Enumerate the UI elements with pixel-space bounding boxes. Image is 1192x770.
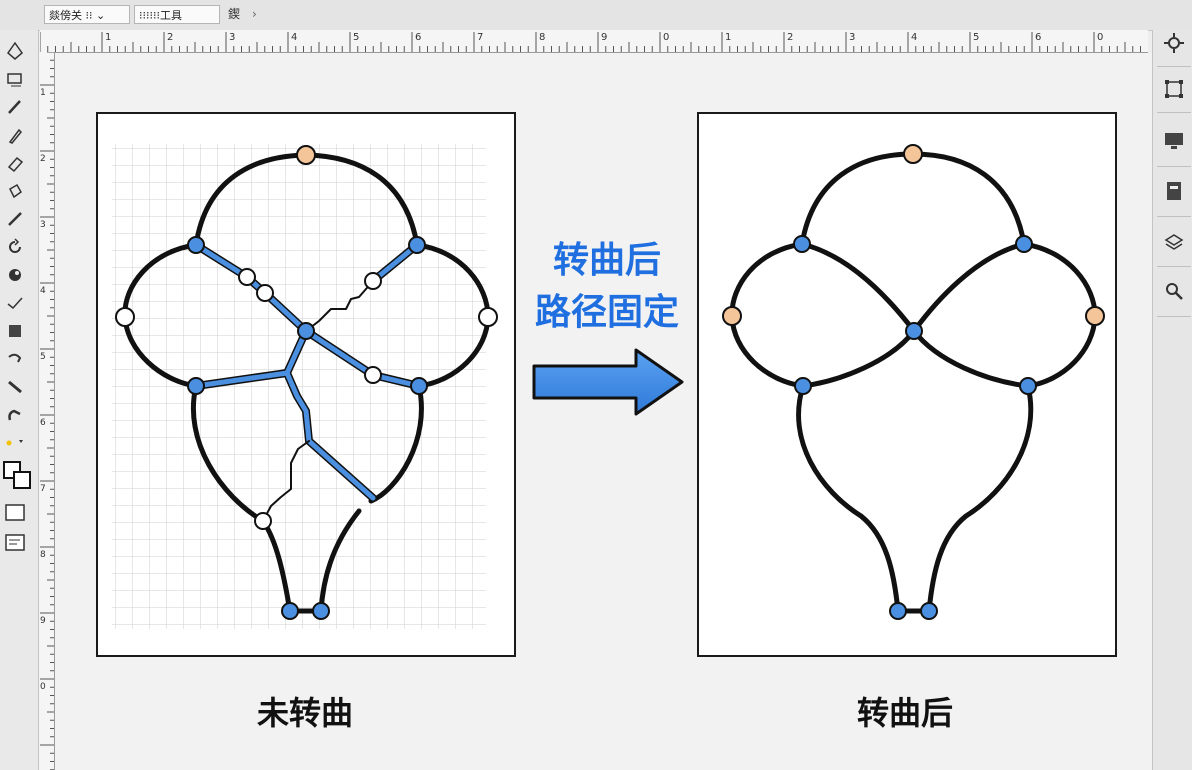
ruler-label: 0	[663, 32, 670, 43]
anchor-point	[478, 307, 498, 327]
ruler-label: 5	[973, 32, 980, 43]
square-icon[interactable]	[4, 320, 26, 342]
transform-icon[interactable]	[1161, 76, 1187, 102]
anchor-point	[903, 144, 923, 164]
search-icon[interactable]	[1161, 278, 1187, 304]
ruler-label: 2	[167, 32, 174, 43]
anchor-point	[281, 602, 299, 620]
anchor-point	[238, 268, 256, 286]
anchor-point	[364, 366, 382, 384]
shape-before-drawing	[112, 144, 498, 629]
layers-icon[interactable]	[1161, 228, 1187, 254]
blob-icon[interactable]	[4, 264, 26, 286]
hand-icon[interactable]	[4, 404, 26, 426]
anchor-point	[1015, 235, 1033, 253]
ruler-label: 4	[40, 286, 46, 296]
grid-background	[112, 144, 486, 629]
anchor-point	[1019, 377, 1037, 395]
ruler-label: 9	[601, 32, 608, 43]
ruler-label: 8	[40, 550, 46, 560]
ruler-label: 7	[40, 484, 46, 494]
tool-preset-dropdown[interactable]: 燚傍关 ⁝⁝ ⌄	[44, 5, 130, 24]
anchor-point	[905, 322, 923, 340]
line-icon[interactable]	[4, 208, 26, 230]
caption-before: 未转曲	[256, 694, 353, 732]
note-icon[interactable]	[4, 532, 26, 554]
fill-stroke-swatch[interactable]	[2, 460, 34, 492]
color-picker-dot-icon[interactable]	[4, 434, 26, 456]
anchor-point	[920, 602, 938, 620]
ruler-label: 6	[415, 32, 422, 43]
ruler-label: 5	[40, 352, 46, 362]
ruler-label: 0	[40, 682, 46, 692]
horizontal-ruler: 1 2 3 4 5 6 7 8 9 0 1 2 3 4 5 6 0	[40, 30, 1148, 53]
monitor-icon[interactable]	[1161, 128, 1187, 154]
paint-bucket-icon[interactable]	[4, 180, 26, 202]
ruler-label: 1	[40, 88, 46, 98]
anchor-point	[297, 322, 315, 340]
rectangle-tool-icon[interactable]	[4, 68, 26, 90]
right-panel-bar	[1152, 30, 1192, 770]
anchor-point	[312, 602, 330, 620]
ruler-label: 2	[787, 32, 794, 43]
ruler-label: 3	[849, 32, 856, 43]
middle-title-line1: 转曲后	[552, 240, 661, 281]
anchor-point	[254, 512, 272, 530]
chevron-right-icon[interactable]: ›	[252, 5, 257, 24]
anchor-point	[364, 272, 382, 290]
eraser-icon[interactable]	[4, 152, 26, 174]
anchor-point	[793, 235, 811, 253]
anchor-point	[794, 377, 812, 395]
artboard-after[interactable]	[697, 112, 1117, 657]
ruler-label: 5	[353, 32, 360, 43]
caption-after: 转曲后	[856, 694, 953, 732]
check-icon[interactable]	[4, 292, 26, 314]
screen-mode-icon[interactable]	[4, 502, 26, 524]
middle-title-line2: 路径固定	[534, 292, 679, 333]
anchor-point	[115, 307, 135, 327]
ruler-label: 8	[539, 32, 546, 43]
ruler-label: 4	[291, 32, 298, 43]
ruler-label: 4	[911, 32, 918, 43]
vertical-ruler: 1 2 3 4 5 6 7 8 9 0	[38, 52, 55, 770]
ruler-label: 3	[229, 32, 236, 43]
smudge-icon[interactable]	[4, 348, 26, 370]
anchor-point	[1085, 306, 1105, 326]
ruler-label: 3	[40, 220, 46, 230]
ruler-label: 1	[725, 32, 732, 43]
tool-options-field[interactable]: ⁝⁝⁝⁝⁝⁝工具	[134, 5, 220, 24]
pen-tool-icon[interactable]	[4, 40, 26, 62]
brush-icon[interactable]	[4, 124, 26, 146]
ruler-label: 0	[1097, 32, 1104, 43]
rotate-icon[interactable]	[4, 236, 26, 258]
ruler-label: 2	[40, 154, 46, 164]
knife-icon[interactable]	[4, 376, 26, 398]
anchor-point	[889, 602, 907, 620]
pencil-icon[interactable]	[4, 96, 26, 118]
top-options-bar: 燚傍关 ⁝⁝ ⌄ ⁝⁝⁝⁝⁝⁝工具 鍥 ›	[0, 0, 1192, 31]
anchor-point	[296, 145, 316, 165]
gear-icon[interactable]	[1161, 30, 1187, 56]
extra-options-label[interactable]: 鍥	[228, 5, 240, 24]
anchor-point	[256, 284, 274, 302]
anchor-point	[722, 306, 742, 326]
ruler-label: 1	[105, 32, 112, 43]
anchor-point	[187, 377, 205, 395]
anchor-point	[410, 377, 428, 395]
anchor-point	[187, 236, 205, 254]
shape-after-drawing	[722, 144, 1105, 620]
ruler-label: 7	[477, 32, 484, 43]
artboard-before[interactable]	[96, 112, 516, 657]
right-arrow-icon	[532, 348, 684, 416]
ruler-label: 6	[40, 418, 46, 428]
document-icon[interactable]	[1161, 178, 1187, 204]
ruler-label: 6	[1035, 32, 1042, 43]
ruler-label: 9	[40, 616, 46, 626]
left-toolbar	[0, 30, 39, 770]
anchor-point	[408, 236, 426, 254]
